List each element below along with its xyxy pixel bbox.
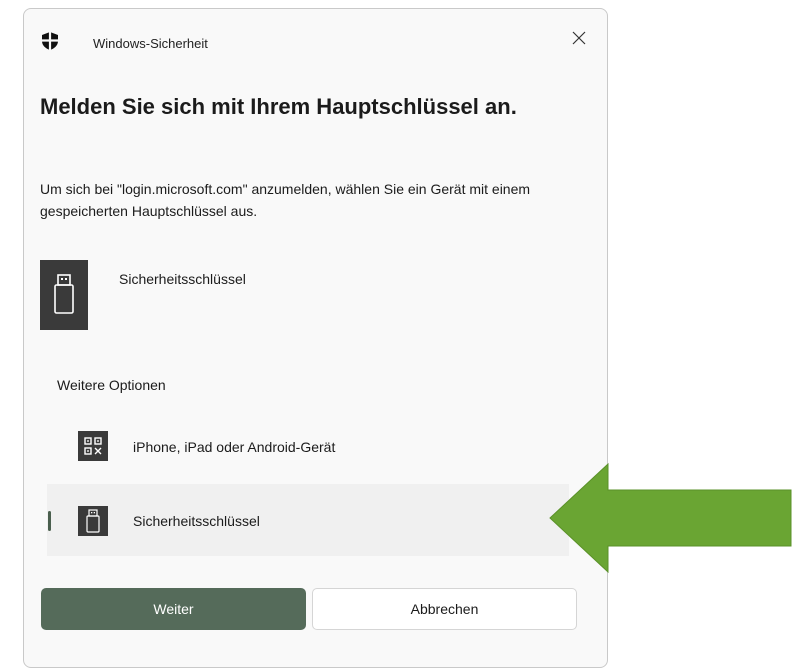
qr-code-icon bbox=[78, 431, 108, 461]
shield-icon bbox=[42, 32, 58, 50]
option-label: Sicherheitsschlüssel bbox=[133, 513, 260, 529]
close-icon bbox=[572, 31, 586, 45]
dialog-description: Um sich bei "login.microsoft.com" anzume… bbox=[40, 181, 531, 219]
titlebar-title: Windows-Sicherheit bbox=[93, 36, 208, 51]
selection-indicator bbox=[48, 511, 51, 531]
option-phone-device[interactable]: iPhone, iPad oder Android-Gerät bbox=[47, 410, 569, 482]
option-label: iPhone, iPad oder Android-Gerät bbox=[133, 439, 336, 455]
passkey-dialog: Windows-Sicherheit Melden Sie sich mit I… bbox=[23, 8, 608, 668]
usb-key-icon bbox=[78, 506, 108, 536]
cancel-button[interactable]: Abbrechen bbox=[312, 588, 577, 630]
usb-key-icon bbox=[54, 274, 74, 314]
primary-device-tile bbox=[40, 260, 88, 330]
option-security-key[interactable]: Sicherheitsschlüssel bbox=[47, 484, 569, 556]
dialog-heading: Melden Sie sich mit Ihrem Hauptschlüssel… bbox=[40, 94, 517, 119]
next-button[interactable]: Weiter bbox=[41, 588, 306, 630]
more-options-heading: Weitere Optionen bbox=[57, 377, 166, 393]
left-arrow-annotation bbox=[549, 462, 792, 574]
primary-option-label: Sicherheitsschlüssel bbox=[119, 271, 246, 287]
close-button[interactable] bbox=[564, 23, 594, 53]
